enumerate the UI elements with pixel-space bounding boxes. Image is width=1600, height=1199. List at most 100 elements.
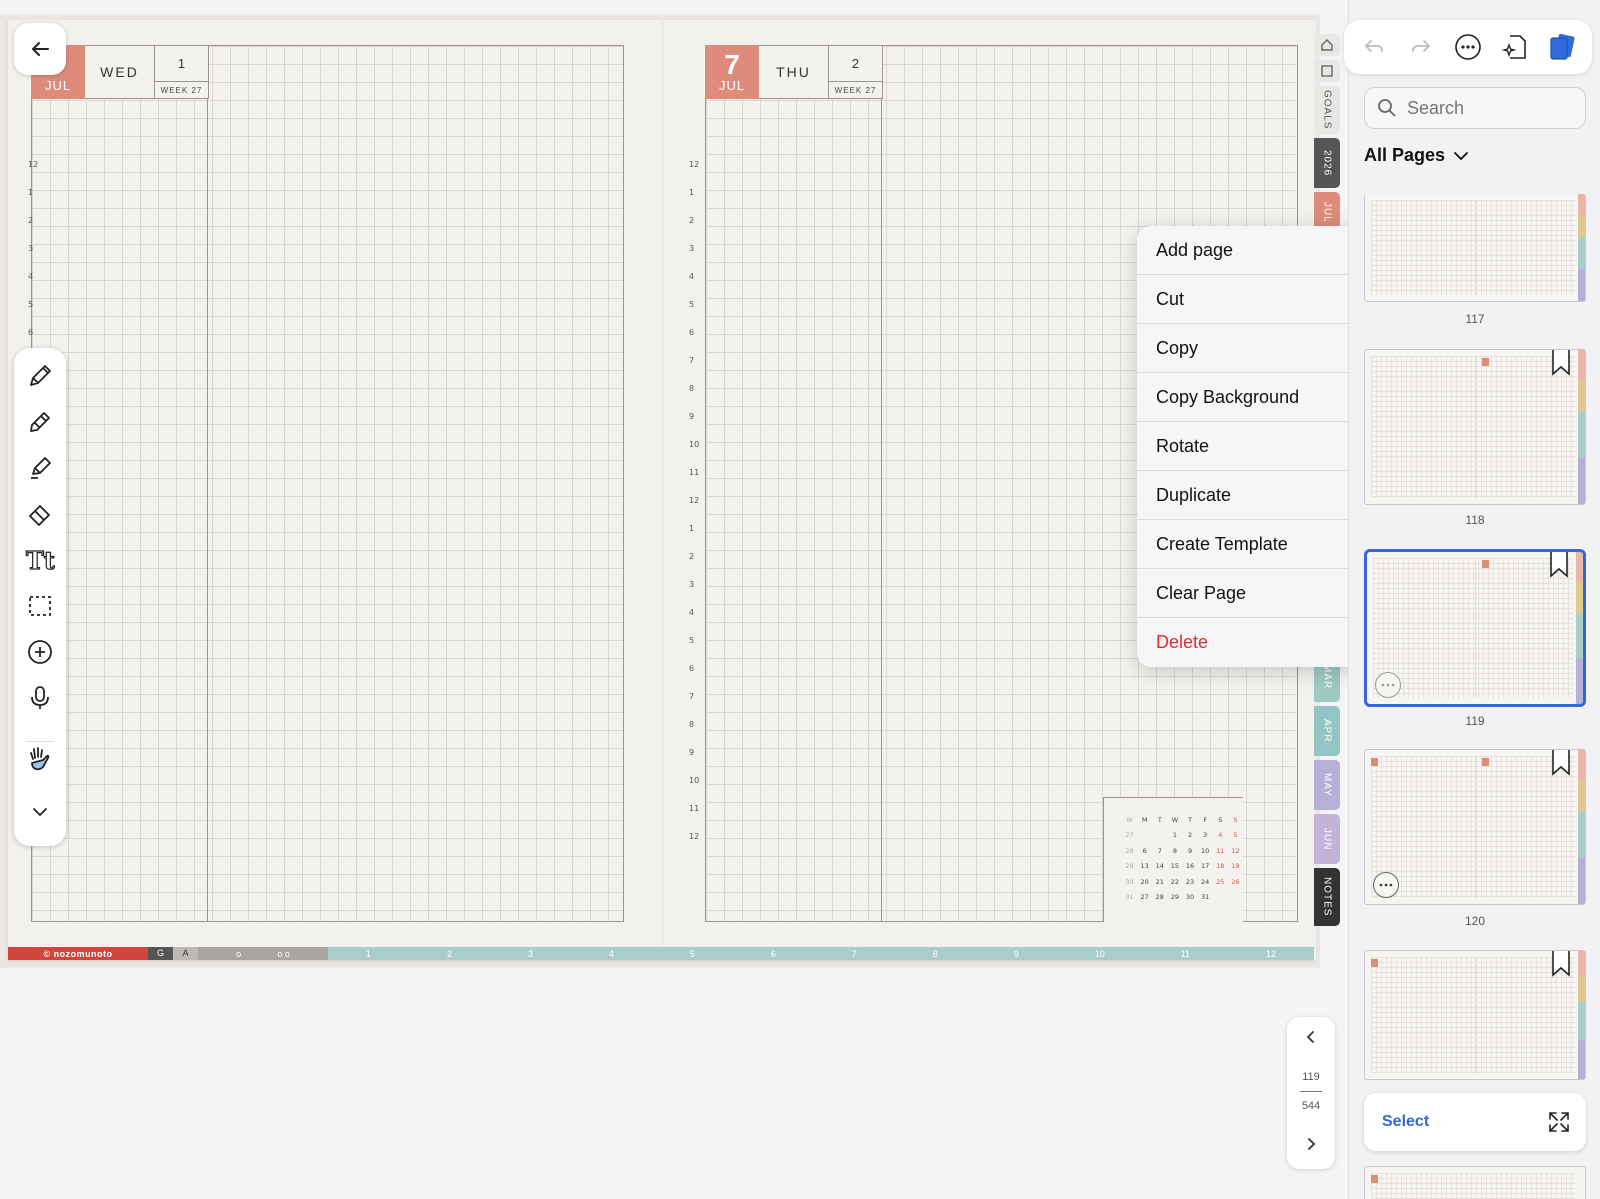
calendar-day[interactable]: 17 bbox=[1198, 859, 1213, 875]
eraser-tool[interactable] bbox=[22, 496, 58, 532]
calendar-day[interactable]: 11 bbox=[1213, 843, 1228, 859]
hand-tool[interactable] bbox=[22, 740, 58, 776]
lasso-tool[interactable] bbox=[22, 588, 58, 624]
record-audio-tool[interactable] bbox=[22, 680, 58, 716]
strip-month-link[interactable]: 2 bbox=[447, 949, 452, 959]
undo-button[interactable] bbox=[1356, 29, 1392, 65]
page-thumbnail[interactable] bbox=[1364, 194, 1586, 302]
strip-o1[interactable]: o bbox=[236, 949, 241, 959]
pencil-tool[interactable] bbox=[22, 404, 58, 440]
page-thumbnail[interactable] bbox=[1364, 950, 1586, 1080]
bookmark-icon[interactable] bbox=[1551, 750, 1571, 776]
page-ai-button[interactable] bbox=[1497, 29, 1533, 65]
page-thumbnail-selected[interactable] bbox=[1364, 549, 1586, 707]
page-filter-dropdown[interactable]: All Pages bbox=[1364, 145, 1469, 166]
search-field[interactable] bbox=[1364, 87, 1586, 129]
strip-a[interactable]: A bbox=[173, 947, 198, 960]
calendar-day[interactable]: 21 bbox=[1152, 874, 1167, 890]
bookmark-icon[interactable] bbox=[1551, 350, 1571, 376]
tab-2026[interactable]: 2026 bbox=[1314, 138, 1340, 188]
back-button[interactable] bbox=[14, 23, 66, 75]
calendar-day[interactable] bbox=[1152, 828, 1167, 844]
next-page-button[interactable] bbox=[1287, 1124, 1335, 1164]
strip-month-link[interactable]: 1 bbox=[366, 949, 371, 959]
calendar-day[interactable]: 4 bbox=[1213, 828, 1228, 844]
tab-apr[interactable]: APR bbox=[1314, 706, 1340, 756]
calendar-day[interactable]: 27 bbox=[1137, 890, 1152, 906]
calendar-day[interactable]: 3 bbox=[1198, 828, 1213, 844]
strip-month-link[interactable]: 3 bbox=[528, 949, 533, 959]
text-tool[interactable]: Tt bbox=[22, 542, 58, 578]
calendar-day[interactable]: 25 bbox=[1213, 874, 1228, 890]
left-page[interactable]: 12123456789101112123456789101112 7 JUL W… bbox=[8, 20, 662, 960]
calendar-day[interactable]: 16 bbox=[1183, 859, 1198, 875]
strip-month-link[interactable]: 6 bbox=[771, 949, 776, 959]
calendar-day[interactable]: 19 bbox=[1228, 859, 1243, 875]
tab-notes[interactable]: NOTES bbox=[1314, 868, 1340, 926]
strip-month-link[interactable]: 12 bbox=[1266, 949, 1276, 959]
calendar-day[interactable]: 12 bbox=[1228, 843, 1243, 859]
pages-panel-toggle[interactable] bbox=[1544, 29, 1580, 65]
highlighter-tool[interactable] bbox=[22, 450, 58, 486]
calendar-day[interactable]: 24 bbox=[1198, 874, 1213, 890]
calendar-day[interactable]: 31 bbox=[1198, 890, 1213, 906]
strip-o2[interactable]: o o bbox=[277, 949, 290, 959]
calendar-day[interactable]: 18 bbox=[1213, 859, 1228, 875]
calendar-day[interactable]: 13 bbox=[1137, 859, 1152, 875]
calendar-day[interactable]: 26 bbox=[1228, 874, 1243, 890]
calendar-day[interactable] bbox=[1137, 828, 1152, 844]
strip-month-link[interactable]: 7 bbox=[852, 949, 857, 959]
search-input[interactable] bbox=[1407, 97, 1567, 119]
page-thumbnail[interactable] bbox=[1364, 749, 1586, 905]
tab-may[interactable]: MAY bbox=[1314, 760, 1340, 810]
expand-icon[interactable] bbox=[1546, 1109, 1572, 1135]
strip-month-link[interactable]: 8 bbox=[933, 949, 938, 959]
bookmark-icon[interactable] bbox=[1549, 552, 1569, 578]
calendar-day[interactable]: 10 bbox=[1198, 843, 1213, 859]
calendar-day[interactable]: 20 bbox=[1137, 874, 1152, 890]
strip-month-link[interactable]: 4 bbox=[609, 949, 614, 959]
select-button[interactable]: Select bbox=[1382, 1113, 1429, 1131]
calendar-day[interactable]: 14 bbox=[1152, 859, 1167, 875]
calendar-day[interactable]: 30 bbox=[1183, 890, 1198, 906]
calendar-day[interactable]: 9 bbox=[1183, 843, 1198, 859]
strip-month-link[interactable]: 9 bbox=[1014, 949, 1019, 959]
thumbnail-more-button[interactable] bbox=[1373, 872, 1399, 898]
strip-month-link[interactable]: 11 bbox=[1181, 949, 1190, 959]
previous-page-button[interactable] bbox=[1287, 1017, 1335, 1057]
page-thumbnail[interactable] bbox=[1364, 349, 1586, 505]
calendar-day[interactable] bbox=[1228, 890, 1243, 906]
calendar-day[interactable]: 28 bbox=[1152, 890, 1167, 906]
home-tab[interactable] bbox=[1314, 34, 1340, 56]
strip-g[interactable]: G bbox=[148, 947, 173, 960]
calendar-day[interactable]: 1 bbox=[1167, 828, 1182, 844]
calendar-day[interactable]: 15 bbox=[1167, 859, 1182, 875]
current-page-number[interactable]: 119 bbox=[1302, 1071, 1320, 1083]
page-thumbnail[interactable] bbox=[1364, 1166, 1586, 1199]
notebook-spread[interactable]: 12123456789101112123456789101112 7 JUL W… bbox=[8, 20, 1316, 960]
hour-label: 3 bbox=[689, 580, 695, 589]
calendar-day[interactable] bbox=[1213, 890, 1228, 906]
tab-goals[interactable]: GOALS bbox=[1314, 86, 1340, 134]
fountain-pen-tool[interactable] bbox=[22, 358, 58, 394]
collapse-toolbar-button[interactable] bbox=[22, 794, 58, 830]
thumbnail-more-button[interactable] bbox=[1375, 672, 1401, 698]
redo-button[interactable] bbox=[1403, 29, 1439, 65]
bookmark-icon[interactable] bbox=[1551, 951, 1571, 977]
left-page-grid[interactable] bbox=[31, 45, 624, 922]
page-tab[interactable] bbox=[1314, 60, 1340, 82]
strip-month-link[interactable]: 10 bbox=[1095, 949, 1105, 959]
calendar-day[interactable]: 29 bbox=[1167, 890, 1182, 906]
calendar-day[interactable]: 7 bbox=[1152, 843, 1167, 859]
more-options-button[interactable] bbox=[1450, 29, 1486, 65]
calendar-day[interactable]: 23 bbox=[1183, 874, 1198, 890]
tab-jun[interactable]: JUN bbox=[1314, 814, 1340, 864]
strip-month-link[interactable]: 5 bbox=[690, 949, 695, 959]
calendar-day[interactable]: 2 bbox=[1183, 828, 1198, 844]
calendar-day[interactable]: 8 bbox=[1167, 843, 1182, 859]
calendar-day[interactable]: 22 bbox=[1167, 874, 1182, 890]
thumbnail-grid bbox=[1371, 957, 1575, 1073]
calendar-day[interactable]: 5 bbox=[1228, 828, 1243, 844]
add-element-tool[interactable] bbox=[22, 634, 58, 670]
calendar-day[interactable]: 6 bbox=[1137, 843, 1152, 859]
